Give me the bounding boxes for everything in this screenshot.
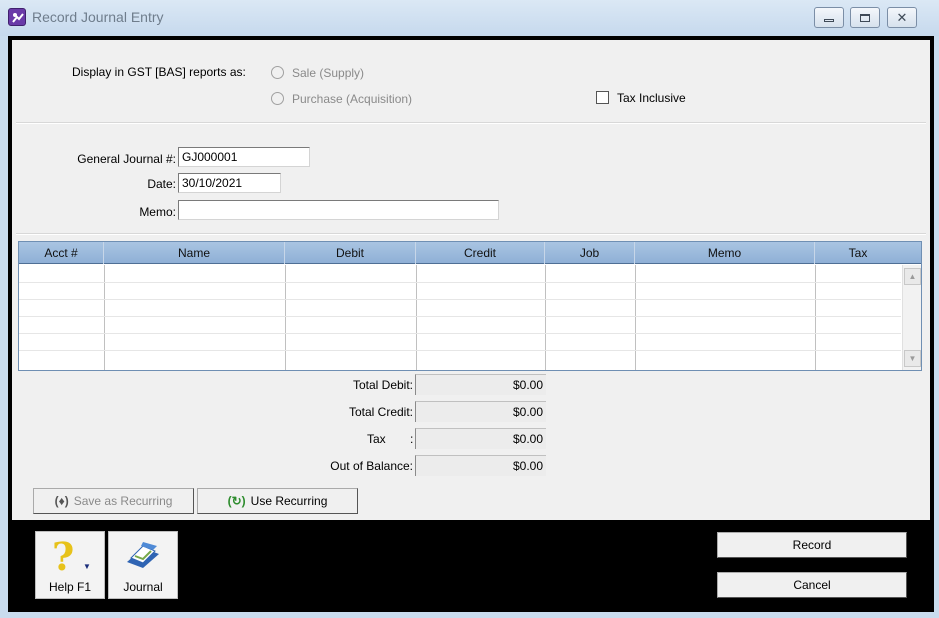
scroll-down-icon[interactable]: ▼ <box>904 350 921 367</box>
journal-tool-label: Journal <box>123 580 163 594</box>
restore-button[interactable] <box>850 7 880 28</box>
app-icon <box>8 8 26 26</box>
save-as-recurring-button[interactable]: (♦) Save as Recurring <box>33 488 194 514</box>
save-as-recurring-label: Save as Recurring <box>73 494 173 508</box>
grid-column-divider <box>545 265 546 370</box>
column-header-debit[interactable]: Debit <box>285 242 416 264</box>
table-row[interactable] <box>19 350 901 351</box>
table-row[interactable] <box>19 282 901 283</box>
total-credit-value: $0.00 <box>415 401 546 422</box>
tax-inclusive-label: Tax Inclusive <box>617 91 686 105</box>
tax-total-value: $0.00 <box>415 428 546 449</box>
close-button[interactable]: ✕ <box>887 7 917 28</box>
gst-label: Display in GST [BAS] reports as: <box>72 65 246 79</box>
journal-book-icon <box>123 538 163 572</box>
column-header-credit[interactable]: Credit <box>416 242 545 264</box>
minimize-button[interactable] <box>814 7 844 28</box>
memo-field[interactable] <box>178 200 499 220</box>
date-label: Date: <box>147 177 176 191</box>
grid-column-divider <box>416 265 417 370</box>
close-icon: ✕ <box>896 10 908 25</box>
journal-grid[interactable]: Acct # Name Debit Credit Job Memo Tax ▲ … <box>18 241 922 371</box>
sale-option-label: Sale (Supply) <box>292 66 365 80</box>
divider <box>16 122 926 124</box>
table-row[interactable] <box>19 333 901 334</box>
help-tool-button[interactable]: ? ▼ Help F1 <box>35 531 105 599</box>
dropdown-arrow-icon: ▼ <box>83 562 91 571</box>
use-recurring-button[interactable]: (↻) Use Recurring <box>197 488 358 514</box>
tax-total-label: Tax <box>367 432 386 446</box>
recurring-icon: (↻) <box>227 494 246 508</box>
table-row[interactable] <box>19 299 901 300</box>
total-credit-label: Total Credit: <box>348 405 413 419</box>
out-of-balance-value: $0.00 <box>415 455 546 476</box>
grid-column-divider <box>815 265 816 370</box>
grid-scrollbar[interactable]: ▲ ▼ <box>902 265 921 370</box>
cancel-button[interactable]: Cancel <box>717 572 907 598</box>
journal-tool-button[interactable]: Journal <box>108 531 178 599</box>
total-debit-label: Total Debit: <box>352 378 413 392</box>
window-title: Record Journal Entry <box>32 9 164 25</box>
grid-column-divider <box>635 265 636 370</box>
recurring-icon: (♦) <box>54 494 69 508</box>
total-debit-value: $0.00 <box>415 374 546 395</box>
sale-radio[interactable] <box>271 66 284 79</box>
purchase-option-label: Purchase (Acquisition) <box>292 92 413 106</box>
journal-number-field[interactable]: GJ000001 <box>178 147 310 167</box>
column-header-acct[interactable]: Acct # <box>19 242 104 264</box>
table-row[interactable] <box>19 316 901 317</box>
minimize-icon <box>824 19 834 22</box>
column-header-memo[interactable]: Memo <box>635 242 815 264</box>
purchase-radio[interactable] <box>271 92 284 105</box>
use-recurring-label: Use Recurring <box>250 494 328 508</box>
divider <box>16 233 926 235</box>
column-header-name[interactable]: Name <box>104 242 285 264</box>
tax-inclusive-checkbox[interactable] <box>596 91 609 104</box>
help-tool-label: Help F1 <box>48 580 92 594</box>
out-of-balance-label: Out of Balance: <box>330 459 413 473</box>
column-header-tax[interactable]: Tax <box>815 242 901 264</box>
grid-header: Acct # Name Debit Credit Job Memo Tax <box>19 242 921 264</box>
date-field[interactable]: 30/10/2021 <box>178 173 281 193</box>
grid-column-divider <box>104 265 105 370</box>
title-bar: Record Journal Entry ✕ <box>0 0 939 36</box>
grid-column-divider <box>285 265 286 370</box>
journal-number-label: General Journal #: <box>77 152 176 166</box>
record-button[interactable]: Record <box>717 532 907 558</box>
tax-total-colon: : <box>410 432 414 446</box>
column-header-job[interactable]: Job <box>545 242 635 264</box>
restore-icon <box>860 13 870 22</box>
scroll-up-icon[interactable]: ▲ <box>904 268 921 285</box>
help-icon: ? <box>52 534 75 579</box>
memo-label: Memo: <box>139 205 176 219</box>
